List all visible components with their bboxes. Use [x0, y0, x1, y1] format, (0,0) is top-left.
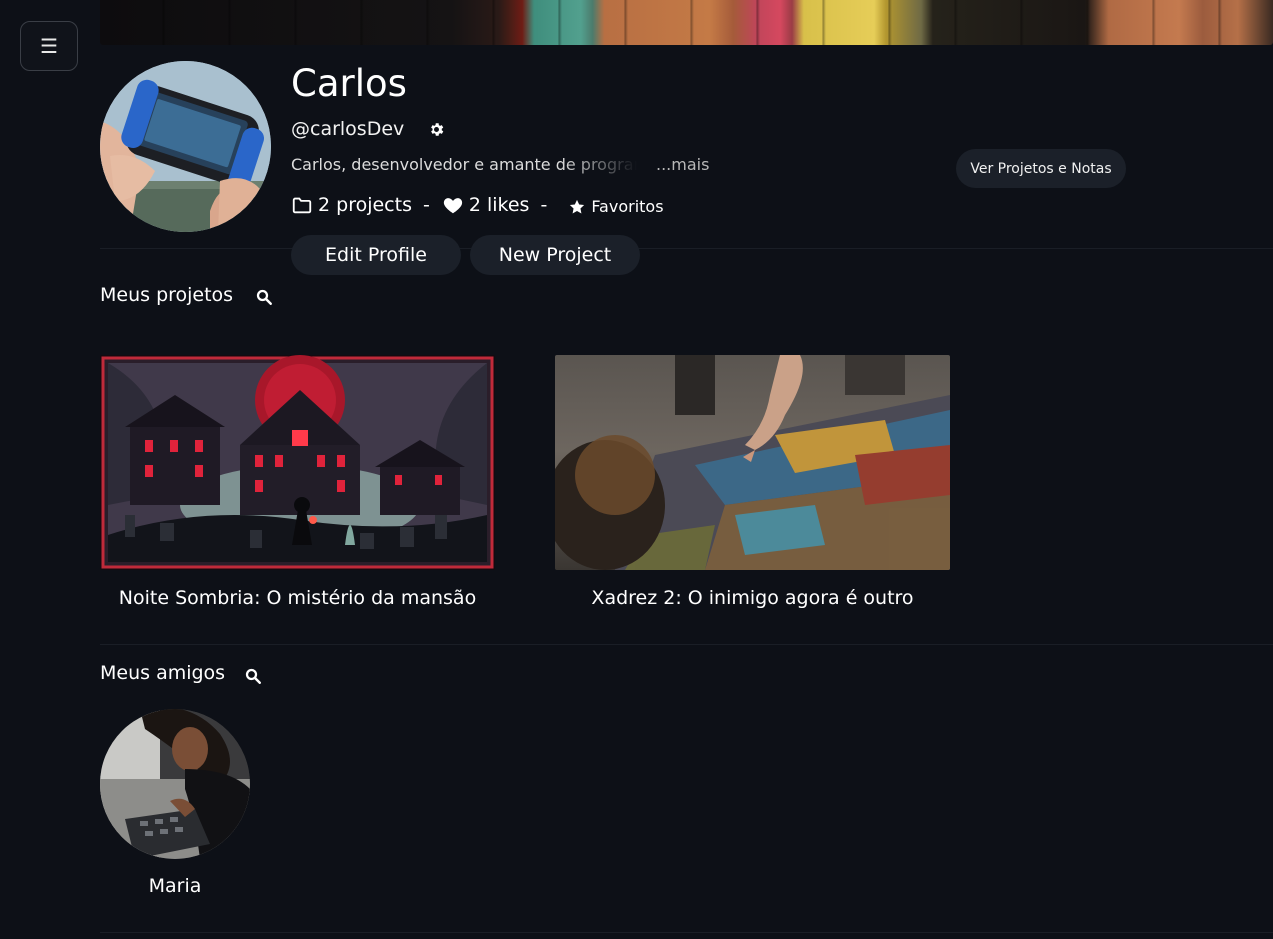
project-thumbnail[interactable]	[100, 355, 495, 570]
profile-name: Carlos	[291, 62, 407, 105]
gear-icon[interactable]	[428, 121, 445, 138]
friends-section-header: Meus amigos	[100, 661, 262, 685]
search-icon[interactable]	[255, 288, 273, 306]
divider	[100, 932, 1273, 933]
star-icon	[570, 199, 585, 213]
avatar-photo	[100, 61, 271, 232]
divider	[100, 644, 1273, 645]
menu-button[interactable]: ☰	[20, 21, 78, 71]
project-title[interactable]: Noite Sombria: O mistério da mansão	[100, 587, 495, 609]
jigsaw-puzzle-photo	[555, 355, 950, 570]
favorites-label: Favoritos	[591, 197, 664, 216]
stats-separator: -	[540, 194, 548, 216]
friends-section-title: Meus amigos	[100, 662, 226, 684]
project-card[interactable]: Xadrez 2: O inimigo agora é outro	[555, 355, 950, 609]
friend-card[interactable]: Maria	[100, 709, 250, 897]
friend-name[interactable]: Maria	[100, 875, 250, 897]
favorites-link[interactable]: Favoritos	[568, 197, 664, 216]
projects-section-title: Meus projetos	[100, 284, 234, 306]
friend-avatar[interactable]	[100, 709, 250, 859]
stats-separator: -	[422, 194, 430, 216]
project-thumbnail[interactable]	[555, 355, 950, 570]
bio-row: Carlos, desenvolvedor e amante de progra…	[291, 155, 709, 174]
profile-handle: @carlosDev	[291, 118, 405, 140]
profile-bio: Carlos, desenvolvedor e amante de progra…	[291, 155, 637, 174]
hamburger-icon: ☰	[40, 35, 58, 58]
edit-profile-button[interactable]: Edit Profile	[291, 235, 461, 275]
view-projects-notes-button[interactable]: Ver Projetos e Notas	[956, 149, 1126, 188]
projects-count[interactable]: 2 projects	[318, 194, 412, 216]
project-title[interactable]: Xadrez 2: O inimigo agora é outro	[555, 587, 950, 609]
bio-more-link[interactable]: ...mais	[656, 155, 709, 174]
divider	[100, 248, 1273, 249]
search-icon[interactable]	[244, 667, 262, 685]
folder-icon	[292, 197, 312, 214]
likes-count[interactable]: 2 likes	[469, 194, 530, 216]
woman-working-on-laptop-photo	[100, 709, 250, 859]
handle-row: @carlosDev	[291, 118, 445, 140]
cover-image	[100, 0, 1273, 45]
projects-section-header: Meus projetos	[100, 284, 273, 306]
project-card[interactable]: Noite Sombria: O mistério da mansão	[100, 355, 495, 609]
new-project-button[interactable]: New Project	[470, 235, 640, 275]
haunted-mansion-illustration	[100, 355, 495, 570]
stats-row: 2 projects - 2 likes - Favoritos	[291, 194, 664, 216]
heart-icon	[443, 198, 462, 214]
profile-avatar	[100, 61, 271, 232]
